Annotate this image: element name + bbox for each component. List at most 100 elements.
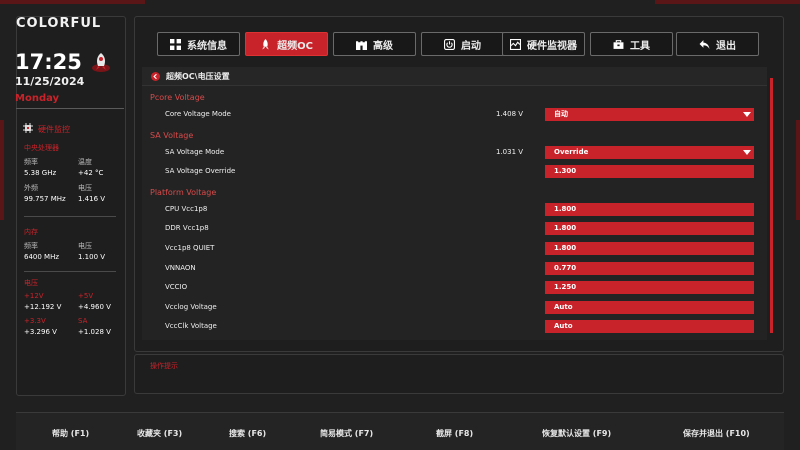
tab-label: 工具 [630, 40, 650, 52]
divider [16, 108, 124, 109]
cpu-bclk-value: 99.757 MHz [24, 195, 66, 203]
sa-voltage-override-label: SA Voltage Override [165, 167, 236, 175]
vccio-label: VCCIO [165, 283, 188, 291]
cpu-volt-label: 电压 [78, 184, 92, 192]
brand-logo: COLORFUL [16, 16, 102, 31]
cpu-vcc1p8-label: CPU Vcc1p8 [165, 205, 208, 213]
voltage-section-title: 电压 [24, 279, 38, 287]
easy-mode-button[interactable]: 简易模式 (F7) [320, 428, 373, 439]
v12-value: +12.192 V [24, 303, 62, 311]
divider [24, 271, 116, 272]
tips-title: 操作提示 [150, 362, 178, 370]
v5-label: +5V [78, 292, 94, 300]
chip-icon [23, 123, 33, 133]
cpu-section-title: 中央处理器 [24, 144, 59, 152]
section-pcore-voltage: Pcore Voltage [150, 93, 205, 102]
vcclog-voltage-label: Vcclog Voltage [165, 303, 217, 311]
tab-tools[interactable]: 工具 [590, 32, 673, 56]
monitor-icon [510, 38, 521, 50]
scrollbar[interactable] [770, 78, 773, 333]
help-button[interactable]: 帮助 (F1) [52, 428, 89, 439]
save-exit-button[interactable]: 保存并退出 (F10) [683, 428, 750, 439]
clock-weekday: Monday [15, 93, 60, 104]
function-key-bar [16, 412, 784, 450]
sa-label: SA [78, 317, 88, 325]
tab-system-info[interactable]: 系统信息 [157, 32, 240, 56]
hw-monitor-title: 硬件监控 [38, 125, 70, 134]
mem-volt-label: 电压 [78, 242, 92, 250]
search-button[interactable]: 搜索 (F6) [229, 428, 266, 439]
screenshot-button[interactable]: 截屏 (F8) [436, 428, 473, 439]
sa-value: +1.028 V [78, 328, 111, 336]
toolbox-icon [613, 39, 624, 49]
tab-label: 硬件监视器 [527, 40, 577, 52]
select-value: 自动 [554, 110, 568, 118]
favorites-button[interactable]: 收藏夹 (F3) [137, 428, 182, 439]
grid-icon [170, 38, 181, 50]
memory-section-title: 内存 [24, 228, 38, 236]
vnnaon-label: VNNAON [165, 264, 196, 272]
decor-strip [655, 0, 800, 4]
tab-hardware-monitor[interactable]: 硬件监视器 [502, 32, 585, 56]
power-icon [444, 38, 455, 50]
sa-voltage-override-input[interactable]: 1.300 [545, 165, 754, 178]
decor-strip [0, 0, 145, 4]
vccio-input[interactable]: 1.250 [545, 281, 754, 294]
cpu-temp-label: 温度 [78, 158, 92, 166]
vcclog-voltage-input[interactable]: Auto [545, 301, 754, 314]
rocket-icon [262, 38, 269, 49]
back-arrow-icon [699, 39, 710, 49]
core-voltage-current: 1.408 V [496, 110, 524, 118]
tips-panel [134, 354, 784, 394]
chevron-down-icon [743, 150, 751, 155]
tab-label: 启动 [461, 40, 481, 52]
sa-voltage-mode-select[interactable]: Override [545, 146, 754, 159]
sa-voltage-current: 1.031 V [496, 148, 524, 156]
tab-overclock[interactable]: 超频OC [245, 32, 328, 56]
cpu-freq-value: 5.38 GHz [24, 169, 57, 177]
select-value: Override [554, 148, 589, 156]
breadcrumb-bar [142, 67, 767, 86]
ddr-vcc1p8-input[interactable]: 1.800 [545, 222, 754, 235]
cpu-freq-label: 频率 [24, 158, 38, 166]
cpu-bclk-label: 外频 [24, 184, 38, 192]
tab-boot[interactable]: 启动 [421, 32, 504, 56]
clock-time: 17:25 [15, 50, 82, 74]
core-voltage-mode-label: Core Voltage Mode [165, 110, 231, 118]
bios-screen: { "brand": "COLORFUL", "clock": {"time":… [0, 0, 800, 450]
ddr-vcc1p8-label: DDR Vcc1p8 [165, 224, 209, 232]
tab-advanced[interactable]: 高级 [333, 32, 416, 56]
cpu-vcc1p8-input[interactable]: 1.800 [545, 203, 754, 216]
section-platform-voltage: Platform Voltage [150, 188, 217, 197]
vccclk-voltage-input[interactable]: Auto [545, 320, 754, 333]
mem-freq-value: 6400 MHz [24, 253, 60, 261]
cpu-volt-value: 1.416 V [78, 195, 106, 203]
divider [24, 216, 116, 217]
mem-volt-value: 1.100 V [78, 253, 106, 261]
tab-label: 超频OC [277, 40, 313, 52]
sa-voltage-mode-label: SA Voltage Mode [165, 148, 225, 156]
vccclk-voltage-label: VccClk Voltage [165, 322, 217, 330]
load-defaults-button[interactable]: 恢复默认设置 (F9) [542, 428, 611, 439]
v33-value: +3.296 V [24, 328, 57, 336]
v12-label: +12V [24, 292, 44, 300]
v33-label: +3.3V [24, 317, 46, 325]
tab-exit[interactable]: 退出 [676, 32, 759, 56]
rocket-logo-icon [92, 53, 110, 72]
vcc1p8-quiet-label: Vcc1p8 QUIET [165, 244, 215, 252]
tab-label: 退出 [716, 40, 736, 52]
vcc1p8-quiet-input[interactable]: 1.800 [545, 242, 754, 255]
clock-date: 11/25/2024 [15, 75, 85, 88]
mem-freq-label: 频率 [24, 242, 38, 250]
tab-label: 系统信息 [187, 40, 227, 52]
v5-value: +4.960 V [78, 303, 111, 311]
core-voltage-mode-select[interactable]: 自动 [545, 108, 754, 121]
vnnaon-input[interactable]: 0.770 [545, 262, 754, 275]
tab-label: 高级 [373, 40, 393, 52]
back-circle-icon[interactable] [151, 72, 160, 81]
section-sa-voltage: SA Voltage [150, 131, 194, 140]
decor-strip [0, 120, 4, 220]
castle-icon [356, 40, 367, 50]
cpu-temp-value: +42 °C [78, 169, 104, 177]
chevron-down-icon [743, 112, 751, 117]
